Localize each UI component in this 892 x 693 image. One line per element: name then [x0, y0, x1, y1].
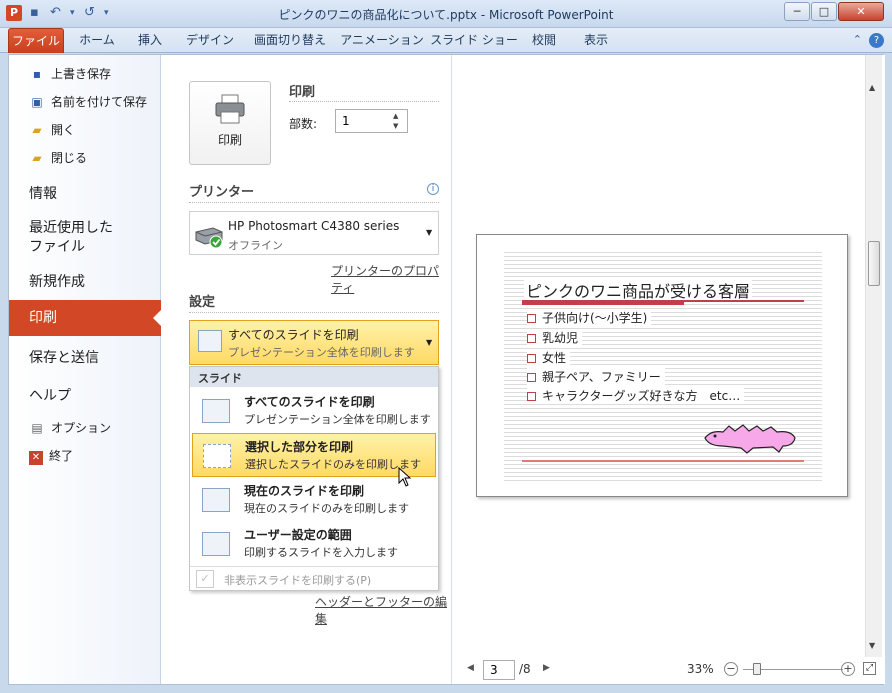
backstage-view: ▪ 上書き保存 ▣ 名前を付けて保存 ▰ 開く ▰ 閉じる 情報 最近使用した ファイル … [8, 54, 885, 685]
mouse-cursor-icon [398, 467, 412, 487]
divider [190, 566, 438, 567]
tab-view[interactable]: 表示 [574, 28, 618, 53]
slide-footer-line [522, 460, 804, 462]
nav-new[interactable]: 新規作成 [9, 271, 161, 291]
zoom-to-page-icon[interactable]: ⤢ [863, 662, 876, 675]
hidden-slides-checkbox: ✓ [196, 570, 214, 588]
ribbon-tabs: ファイル ホーム 挿入 デザイン 画面切り替え アニメーション スライド ショー… [0, 28, 892, 53]
hidden-slides-label: 非表示スライドを印刷する(P) [224, 574, 372, 587]
print-range-title: すべてのスライドを印刷 [228, 328, 359, 342]
slide-bullet: キャラクターグッズ好きな方 etc… [527, 387, 745, 404]
slide-bullet: 子供向け(～小学生) [527, 309, 652, 326]
printer-header: プリンター [189, 185, 255, 200]
print-button-label: 印刷 [217, 133, 242, 147]
save-as-icon: ▣ [31, 95, 43, 109]
print-header: 印刷 [289, 85, 316, 100]
printer-properties-link[interactable]: プリンターのプロパティ [331, 262, 451, 296]
printer-device-icon [195, 227, 223, 249]
tab-review[interactable]: 校閲 [524, 28, 564, 53]
menu-item-all-slides[interactable]: すべてのスライドを印刷 プレゼンテーション全体を印刷します [192, 389, 436, 433]
printer-name: HP Photosmart C4380 series [228, 219, 400, 233]
window-title: ピンクのワニの商品化について.pptx - Microsoft PowerPoi… [278, 8, 614, 22]
open-folder-icon: ▰ [32, 123, 42, 137]
all-slides-icon [202, 399, 230, 423]
print-range-subtitle: プレゼンテーション全体を印刷します [228, 346, 415, 359]
menu-section-header: スライド [190, 367, 438, 387]
tab-file[interactable]: ファイル [8, 28, 64, 53]
close-folder-icon: ▰ [32, 151, 42, 165]
info-icon[interactable]: i [427, 183, 439, 195]
zoom-out-button[interactable]: − [724, 662, 738, 676]
slide-bullet: 親子ペア、ファミリー [527, 368, 665, 385]
nav-save[interactable]: ▪ 上書き保存 [29, 64, 111, 84]
nav-print[interactable]: 印刷 [9, 300, 161, 336]
nav-save-send[interactable]: 保存と送信 [9, 347, 161, 367]
dropdown-arrow-icon: ▼ [426, 338, 433, 347]
page-navigation-bar: ◀ /8 ▶ 33% − + ⤢ [453, 657, 885, 684]
current-slide-icon [202, 488, 230, 512]
save-icon: ▪ [32, 67, 42, 81]
zoom-in-button[interactable]: + [841, 662, 855, 676]
tab-home[interactable]: ホーム [70, 28, 124, 53]
tab-insert[interactable]: 挿入 [128, 28, 172, 53]
header-footer-link[interactable]: ヘッダーとフッターの編集 [315, 593, 451, 627]
selection-icon [203, 444, 231, 468]
maximize-button[interactable]: □ [811, 2, 837, 21]
exit-icon: ✕ [29, 451, 43, 465]
all-slides-icon [198, 330, 222, 352]
minimize-button[interactable]: ─ [784, 2, 810, 21]
next-page-icon[interactable]: ▶ [543, 663, 550, 673]
print-range-select[interactable]: すべてのスライドを印刷 プレゼンテーション全体を印刷します ▼ [189, 320, 439, 365]
nav-save-as[interactable]: ▣ 名前を付けて保存 [29, 92, 147, 112]
scroll-down-icon[interactable]: ▼ [869, 641, 875, 650]
nav-options[interactable]: ▤ オプション [29, 418, 111, 438]
slide-title: ピンクのワニ商品が受ける客層 [524, 278, 753, 302]
settings-header: 設定 [189, 295, 216, 310]
zoom-slider-thumb[interactable] [753, 663, 761, 675]
copies-stepper[interactable]: ▲ ▼ [393, 111, 398, 131]
slide-bullet: 乳幼児 [527, 329, 583, 346]
print-preview: ピンクのワニ商品が受ける客層 子供向け(～小学生) 乳幼児 女性 親子ペア、ファ… [453, 55, 885, 684]
copies-label: 部数: [289, 117, 318, 131]
divider [289, 101, 439, 102]
print-button[interactable]: 印刷 [189, 81, 271, 165]
scroll-up-icon[interactable]: ▲ [869, 83, 875, 92]
page-number-input[interactable] [483, 660, 515, 680]
printer-select[interactable]: HP Photosmart C4380 series オフライン ▼ [189, 211, 439, 255]
pink-crocodile-icon [704, 424, 796, 454]
divider [189, 312, 439, 313]
divider [189, 202, 439, 203]
slide-bullet: 女性 [527, 349, 571, 366]
previous-page-icon[interactable]: ◀ [467, 663, 474, 673]
menu-item-custom-range[interactable]: ユーザー設定の範囲 印刷するスライドを入力します [192, 522, 436, 566]
backstage-nav: ▪ 上書き保存 ▣ 名前を付けて保存 ▰ 開く ▰ 閉じる 情報 最近使用した ファイル … [9, 55, 161, 684]
zoom-level[interactable]: 33% [687, 662, 714, 676]
tab-slideshow[interactable]: スライド ショー [430, 28, 518, 53]
nav-open[interactable]: ▰ 開く [29, 120, 75, 140]
tab-design[interactable]: デザイン [178, 28, 242, 53]
minimize-ribbon-icon[interactable]: ⌃ [853, 33, 862, 46]
title-bar: P ▪ ↶ ▾ ↺ ▾ ピンクのワニの商品化について.pptx - Micros… [0, 0, 892, 28]
custom-range-icon [202, 532, 230, 556]
printer-icon [215, 94, 245, 124]
slide-preview: ピンクのワニ商品が受ける客層 子供向け(～小学生) 乳幼児 女性 親子ペア、ファ… [476, 234, 848, 497]
nav-recent[interactable]: 最近使用した ファイル [9, 219, 161, 257]
tab-animations[interactable]: アニメーション [340, 28, 424, 53]
title-underline-accent [522, 302, 684, 305]
help-icon[interactable]: ? [869, 33, 884, 48]
close-button[interactable]: ✕ [838, 2, 884, 21]
nav-help[interactable]: ヘルプ [9, 385, 161, 405]
nav-exit[interactable]: ✕ 終了 [29, 446, 73, 466]
scrollbar-thumb[interactable] [868, 241, 880, 286]
page-total: /8 [519, 662, 531, 676]
options-icon: ▤ [31, 421, 43, 435]
printer-status: オフライン [228, 239, 283, 252]
nav-info[interactable]: 情報 [9, 183, 161, 203]
print-settings-panel: 印刷 印刷 部数: ▲▼ プリンター i HP Photosmart C4380… [161, 55, 452, 684]
dropdown-arrow-icon: ▼ [426, 228, 433, 237]
nav-close[interactable]: ▰ 閉じる [29, 148, 87, 168]
tab-transitions[interactable]: 画面切り替え [248, 28, 332, 53]
preview-scrollbar[interactable]: ▲ ▼ [865, 55, 882, 684]
